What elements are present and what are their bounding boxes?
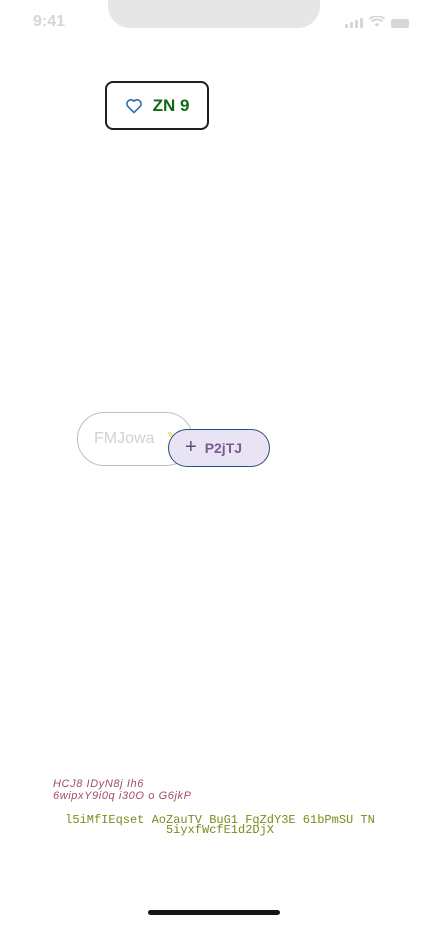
zn-chip-label: ZN 9 xyxy=(152,95,190,115)
status-time: 9:41 xyxy=(33,13,66,30)
signal-icon xyxy=(345,16,363,28)
wifi-icon xyxy=(369,16,385,27)
device-notch xyxy=(108,0,320,28)
italic-text-line-2: 6wipxY9i0q i30O o G6jkP xyxy=(53,790,192,802)
heart-icon xyxy=(125,98,142,113)
italic-text-block: HCJ8 IDyN8j Ih6 6wipxY9i0q i30O o G6jkP xyxy=(53,778,192,802)
battery-icon xyxy=(391,19,409,28)
add-pill-label: P2jTJ xyxy=(204,440,243,456)
italic-text-line-1: HCJ8 IDyN8j Ih6 xyxy=(53,778,144,790)
add-pill-button[interactable]: + P2jTJ xyxy=(168,429,270,467)
ghost-pill-label: FMJowa xyxy=(94,430,155,447)
zn-chip-button[interactable]: ZN 9 xyxy=(105,81,209,130)
home-indicator[interactable] xyxy=(148,910,280,915)
mono-text-block: l5iMfIEqset AoZauTV BuG1 FqZdY3E 61bPmSU… xyxy=(50,814,390,836)
plus-icon: + xyxy=(185,436,197,458)
status-icons xyxy=(345,16,409,28)
